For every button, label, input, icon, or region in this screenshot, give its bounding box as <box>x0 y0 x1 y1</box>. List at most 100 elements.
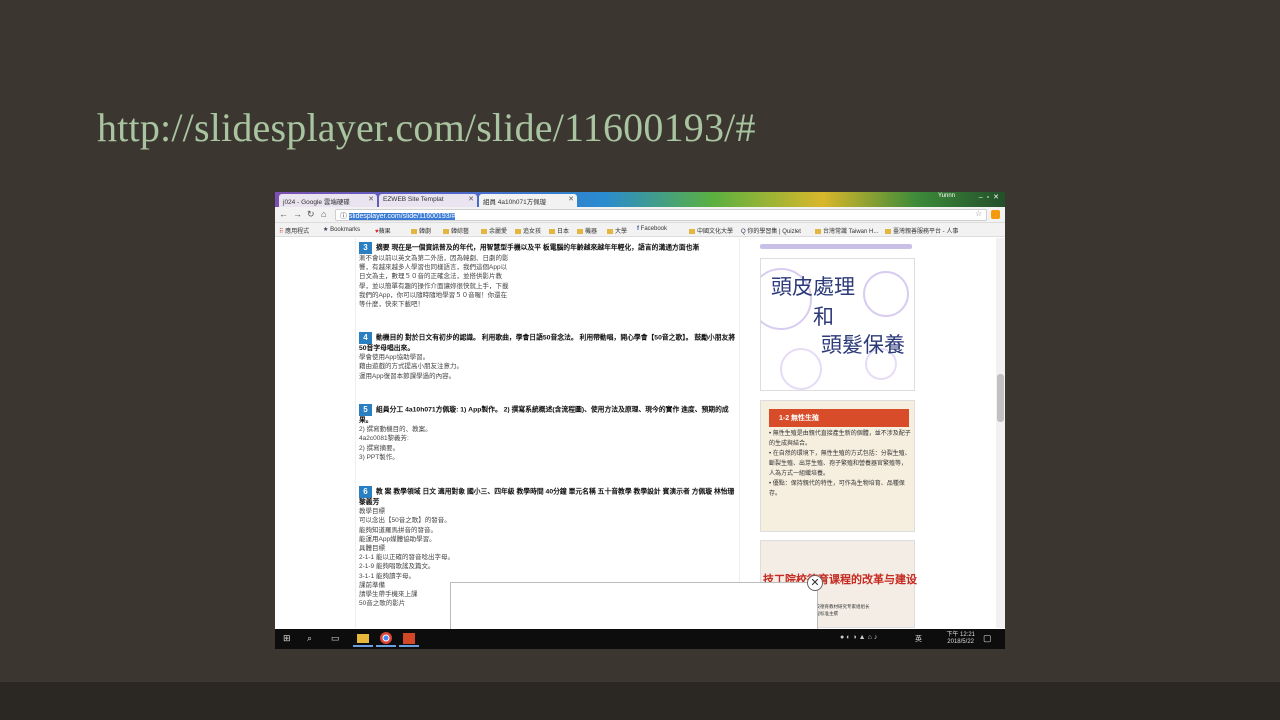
section-heading: 動機目的 對於日文有初步的認識。 利用歌曲，學會日語50音念法。 利用帶動唱，開… <box>359 334 736 352</box>
tab-strip: j024 - Google 雲端硬碟 ✕ EZWEB Site Templat ✕ … <box>275 192 1005 207</box>
related-slides-sidebar: 頭皮處理 和 頭髮保養 1-2 無性生殖 • 無性生殖是由親代直接產生新的個體，… <box>760 238 917 628</box>
section-number[interactable]: 6 <box>359 486 372 498</box>
file-explorer-icon[interactable] <box>353 631 373 647</box>
card-bullet: • 在自然的環境下，無性生殖的方式包括：分裂生殖、斷裂生殖、出芽生殖、孢子繁殖和… <box>769 451 911 477</box>
bookmark-item[interactable]: 機器 <box>577 226 597 235</box>
tab-google-drive[interactable]: j024 - Google 雲端硬碟 ✕ <box>279 194 377 207</box>
bookmark-item[interactable]: 韓綜藝 <box>443 226 469 235</box>
transcript-column: 3 摘要 現在是一個資訊普及的年代，用智慧型手機以及平 板電腦的年齡越來越年年輕化… <box>355 238 740 628</box>
bookmark-item[interactable]: ⠿ 應用程式 <box>279 226 309 235</box>
related-slide-card[interactable]: 1-2 無性生殖 • 無性生殖是由親代直接產生新的個體，並不涉及配子的生成與結合… <box>760 400 915 532</box>
tab-slides[interactable]: 組員 4a10h071方佩璇 ✕ <box>479 194 577 207</box>
bookmark-label: 中國文化大學 <box>697 229 734 235</box>
bookmark-item[interactable]: 臺灣親善服務平台 - 人事 <box>885 226 958 235</box>
section-line: 日文為主，數理５０音的正確念法，並搭供影片教 <box>359 273 502 281</box>
slide-title: http://slidesplayer.com/slide/11600193/# <box>97 105 756 150</box>
profile-name[interactable]: Yunnn <box>938 193 955 199</box>
apps-icon: ⠿ <box>279 229 284 235</box>
close-icon[interactable]: ✕ <box>807 575 823 591</box>
section-number[interactable]: 4 <box>359 332 372 344</box>
bookmark-label: 應用程式 <box>285 229 310 235</box>
section-4: 4 動機目的 對於日文有初步的認識。 利用歌曲，學會日語50音念法。 利用帶動唱，… <box>359 332 739 381</box>
folder-icon <box>549 228 555 234</box>
chrome-icon[interactable] <box>376 631 396 647</box>
section-line: 運用App復習本節課學過的內容。 <box>359 372 456 380</box>
bookmark-item[interactable]: 中國文化大學 <box>689 226 733 235</box>
home-icon[interactable]: ⌂ <box>321 209 326 219</box>
close-icon[interactable]: ✕ <box>468 195 474 203</box>
section-line: 藉由遊戲的方式提高小朋友注意力。 <box>359 363 463 371</box>
window-controls[interactable]: –▫✕ <box>979 193 1003 201</box>
bookmark-item[interactable]: Q 你的學習集 | Quizlet <box>741 226 801 235</box>
bullet-text: 在自然的環境下，無性生殖的方式包括：分裂生殖、斷裂生殖、出芽生殖、孢子繁殖和營養… <box>769 451 911 477</box>
bullet-text: 無性生殖是由親代直接產生新的個體，並不涉及配子的生成與結合。 <box>769 431 911 447</box>
bookmark-item[interactable]: 大學 <box>607 226 627 235</box>
windows-taskbar: ⊞ ⌕ ▭ ●◐◑▲⌂♪ 英 下午 12:21 2018/5/22 ▢ <box>275 629 1005 649</box>
section-line: 學，並以簡單有趣的操作介面讓妳很快就上手，下載 <box>359 282 509 290</box>
related-slide-card[interactable]: 頭皮處理 和 頭髮保養 <box>760 258 915 391</box>
section-line: 漸不會以前以英文為第二外語，因為韓劇、日劇的影 <box>359 255 509 262</box>
section-line: 我們的App，你可以隨時隨地學習５０音喔！你還在 <box>359 291 508 299</box>
folder-icon <box>577 228 583 234</box>
url-field[interactable]: ⓘ slidesplayer.com/slide/11600193/# <box>335 209 987 221</box>
bookmark-label: 大學 <box>615 229 628 235</box>
powerpoint-icon[interactable] <box>399 631 419 647</box>
bookmark-label: 台灣常識 Taiwan H... <box>823 229 879 235</box>
bookmark-item[interactable]: 台灣常識 Taiwan H... <box>815 226 878 235</box>
search-icon[interactable]: ⌕ <box>307 633 312 644</box>
bookmark-item[interactable]: f Facebook <box>637 226 667 232</box>
section-line: 具體目標 <box>359 545 385 553</box>
back-icon[interactable]: ← <box>279 209 288 219</box>
folder-icon <box>411 228 417 234</box>
section-number[interactable]: 5 <box>359 404 372 416</box>
close-icon[interactable]: ✕ <box>368 195 374 203</box>
notification-icon[interactable]: ▢ <box>983 633 992 644</box>
quizlet-icon: Q <box>741 229 746 235</box>
bookmark-star-icon[interactable]: ☆ <box>975 209 982 218</box>
sidebar-divider <box>760 244 912 249</box>
url-text: slidesplayer.com/slide/11600193/# <box>348 213 456 220</box>
tab-ezweb[interactable]: EZWEB Site Templat ✕ <box>379 194 477 207</box>
folder-icon <box>689 228 695 234</box>
folder-icon <box>481 228 487 234</box>
card-bullet: • 無性生殖是由親代直接產生新的個體，並不涉及配子的生成與結合。 <box>769 431 911 447</box>
card-title-line: 和 <box>813 305 834 329</box>
page-scrollbar[interactable] <box>996 238 1005 628</box>
clock[interactable]: 下午 12:21 2018/5/22 <box>946 632 975 646</box>
address-bar: ← → ↻ ⌂ ⓘ slidesplayer.com/slide/1160019… <box>275 207 1005 223</box>
bookmark-label: Facebook <box>640 226 668 232</box>
folder-icon <box>515 228 521 234</box>
section-5: 5 組員分工 4a10h071方佩璇: 1) App製作。 2) 撰寫系統概述(含… <box>359 404 739 462</box>
section-line: 教學目標 <box>359 508 385 516</box>
section-line: 可以念出【50音之歌】的發音。 <box>359 517 451 525</box>
section-line: 等什麼，快來下載吧！ <box>359 301 424 309</box>
close-icon[interactable]: ✕ <box>568 195 574 203</box>
slide-footer-band <box>0 682 1280 720</box>
task-view-icon[interactable]: ▭ <box>331 633 340 644</box>
bookmark-item[interactable]: 日本 <box>549 226 569 235</box>
section-number[interactable]: 3 <box>359 242 372 254</box>
reload-icon[interactable]: ↻ <box>307 209 315 220</box>
ime-indicator[interactable]: 英 <box>915 634 922 644</box>
bookmark-item[interactable]: 余麗愛 <box>481 226 507 235</box>
section-line: 學會使用App協助學習。 <box>359 354 430 362</box>
bookmark-label: 余麗愛 <box>489 229 508 235</box>
bookmark-item[interactable]: 韓劇 <box>411 226 431 235</box>
bookmark-item[interactable]: 追女孩 <box>515 226 541 235</box>
bookmark-item[interactable]: ♥蘋果 <box>375 226 391 235</box>
extension-icon[interactable] <box>991 210 1000 219</box>
bookmark-item[interactable]: ★ Bookmarks <box>323 226 360 233</box>
bookmark-label: Bookmarks <box>330 227 361 233</box>
section-line: 2-1-9 能夠唱歌謠及篇文。 <box>359 563 435 571</box>
windows-start-icon[interactable]: ⊞ <box>283 633 291 644</box>
scrollbar-thumb[interactable] <box>997 374 1004 422</box>
bookmark-label: 日本 <box>557 229 570 235</box>
system-tray-icons[interactable]: ●◐◑▲⌂♪ <box>840 634 879 641</box>
section-line: 響，有越來越多人學習也同樣語言，我們這個App以 <box>359 264 508 272</box>
forward-icon[interactable]: → <box>293 209 302 219</box>
bookmark-label: 追女孩 <box>523 229 542 235</box>
card-heading: 1-2 無性生殖 <box>769 409 909 427</box>
web-page: 3 摘要 現在是一個資訊普及的年代，用智慧型手機以及平 板電腦的年齡越來越年年輕化… <box>275 238 1005 630</box>
presentation-slide: http://slidesplayer.com/slide/11600193/#… <box>0 0 1280 682</box>
star-icon: ★ <box>323 227 329 233</box>
